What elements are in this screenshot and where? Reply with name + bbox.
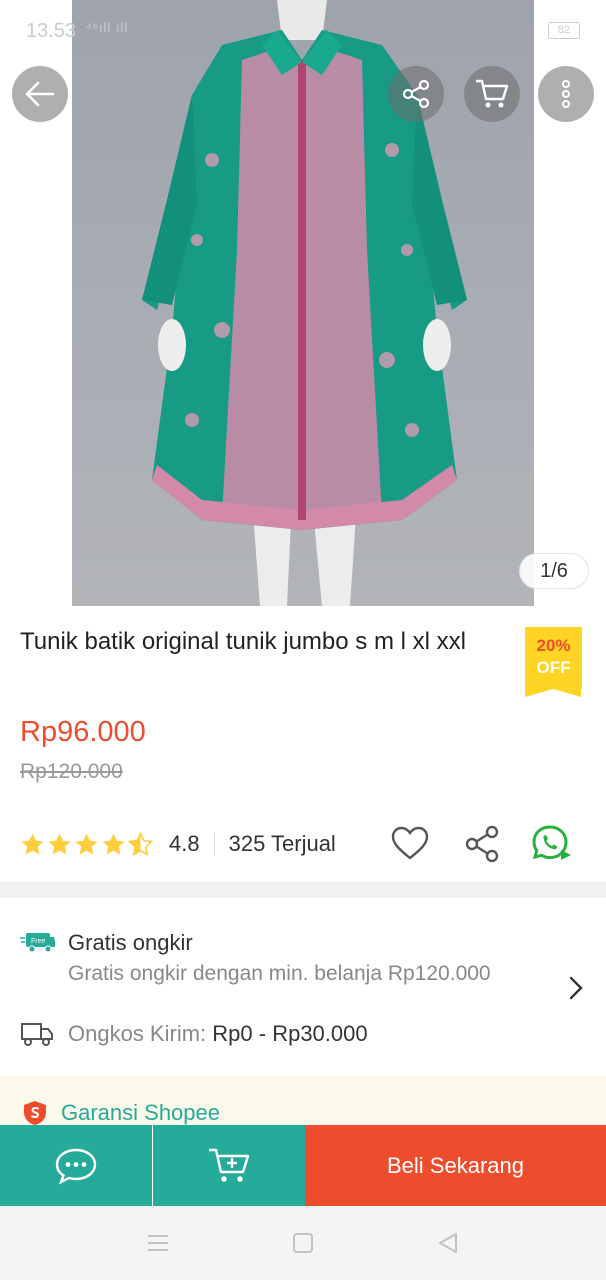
- star-full-icon: [48, 833, 71, 854]
- arrow-left-icon: [25, 81, 55, 107]
- product-price: Rp96.000: [20, 716, 146, 748]
- discount-off-label: OFF: [536, 658, 571, 677]
- free-shipping-icon-label: Free: [31, 938, 46, 945]
- share-icon: [402, 79, 430, 109]
- sold-count: 325 Terjual: [228, 831, 336, 856]
- discount-percent: 20%: [536, 636, 571, 655]
- buy-now-button[interactable]: Beli Sekarang: [305, 1125, 606, 1206]
- star-full-icon: [75, 833, 98, 854]
- image-page-indicator: 1/6: [519, 553, 589, 589]
- system-navigation-bar: [0, 1206, 606, 1280]
- cart-icon: [476, 79, 509, 108]
- battery-level: 82: [557, 24, 571, 36]
- share-button[interactable]: [388, 66, 444, 122]
- share-icon[interactable]: [463, 824, 501, 864]
- menu-icon[interactable]: [146, 1233, 170, 1253]
- free-shipping-subtitle: Gratis ongkir dengan min. belanja Rp120.…: [68, 962, 491, 985]
- original-price: Rp120.000: [20, 760, 123, 783]
- rating-divider: [213, 832, 215, 856]
- free-shipping-icon: Free: [20, 933, 55, 953]
- star-full-icon: [102, 833, 125, 854]
- section-divider: [0, 882, 606, 898]
- back-button[interactable]: [12, 66, 68, 122]
- product-image-gallery[interactable]: 13.53 ⁴⁶ıll ıll 82 1/6: [0, 0, 606, 606]
- rating-row: 4.8 325 Terjual: [20, 822, 586, 866]
- star-full-icon: [21, 833, 44, 854]
- discount-badge: 20% OFF: [525, 627, 582, 697]
- truck-icon: [21, 1023, 53, 1046]
- star-half-icon: [128, 831, 153, 856]
- free-shipping-title: Gratis ongkir: [68, 930, 193, 955]
- status-bar: 13.53 ⁴⁶ıll ıll 82: [0, 0, 606, 60]
- home-square-icon[interactable]: [292, 1232, 314, 1254]
- more-options-button[interactable]: [538, 66, 594, 122]
- more-vertical-icon: [562, 80, 570, 108]
- bottom-action-bar: Beli Sekarang: [0, 1125, 606, 1206]
- status-time: 13.53: [26, 20, 77, 42]
- rating-value: 4.8: [169, 831, 200, 856]
- whatsapp-share-icon[interactable]: [531, 824, 573, 864]
- rating-stars: [20, 831, 153, 857]
- chat-button[interactable]: [0, 1125, 152, 1206]
- battery-icon: 82: [548, 22, 580, 39]
- nav-back-triangle-icon[interactable]: [436, 1231, 460, 1255]
- add-to-cart-button[interactable]: [153, 1125, 305, 1206]
- cart-button[interactable]: [464, 66, 520, 122]
- product-title: Tunik batik original tunik jumbo s m l x…: [20, 628, 466, 655]
- add-to-cart-icon: [209, 1148, 250, 1182]
- guarantee-label: Garansi Shopee: [61, 1100, 220, 1125]
- chevron-right-icon[interactable]: [568, 975, 584, 1001]
- shipping-cost: Ongkos Kirim: Rp0 - Rp30.000: [68, 1021, 368, 1047]
- shield-icon: [24, 1101, 46, 1125]
- shipping-cost-value: Rp0 - Rp30.000: [212, 1021, 368, 1046]
- shipping-cost-label: Ongkos Kirim:: [68, 1021, 207, 1046]
- product-detail-screen: 13.53 ⁴⁶ıll ıll 82 1/6 Tunik batik origi…: [0, 0, 606, 1280]
- heart-icon[interactable]: [390, 824, 430, 864]
- signal-icon: ⁴⁶ıll ıll: [86, 20, 129, 35]
- chat-icon: [55, 1148, 97, 1184]
